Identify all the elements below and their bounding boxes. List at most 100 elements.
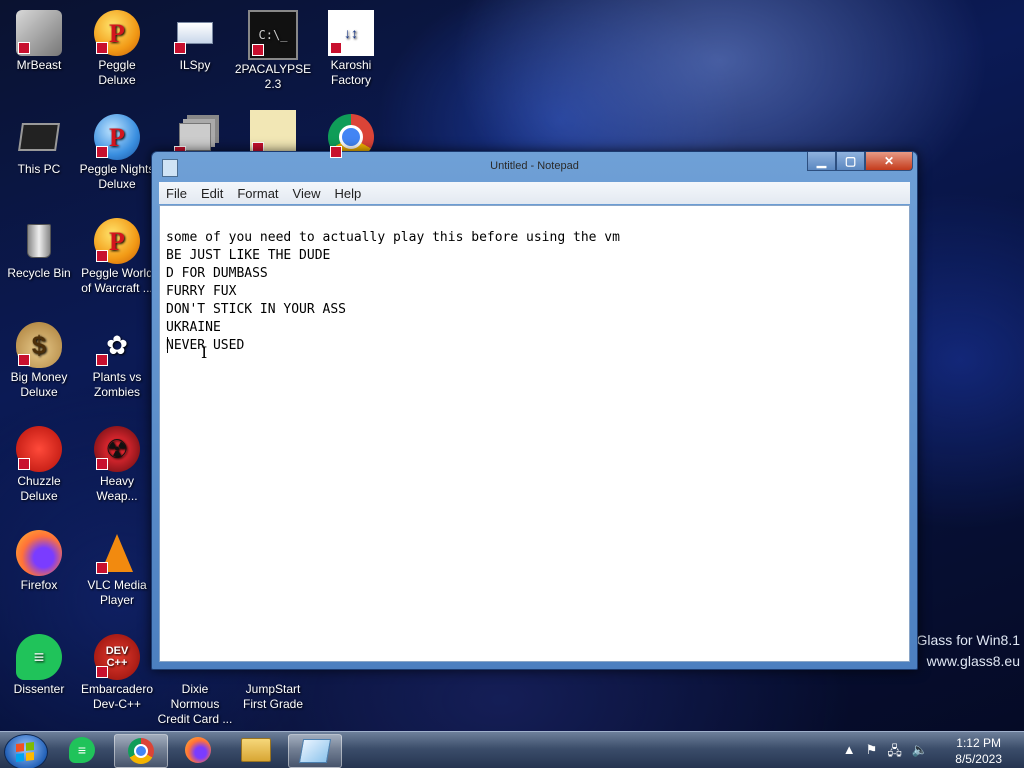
window-controls: ▁ ▢ ✕ xyxy=(807,152,913,171)
chrome-icon xyxy=(128,738,154,764)
desktop-icon-label: 2PACALYPSE 2.3 xyxy=(234,62,312,91)
heavy-weapon-icon: ☢ xyxy=(94,426,140,472)
desktop-icon-label: Dissenter xyxy=(13,682,65,696)
desktop-icon-this-pc[interactable]: This PC xyxy=(0,114,78,177)
desktop-icon-label: ILSpy xyxy=(179,58,211,72)
desktop-icon-peggle-wow[interactable]: P Peggle World of Warcraft ... xyxy=(78,218,156,296)
taskbar-firefox[interactable] xyxy=(172,734,224,766)
desktop-icon-chuzzle[interactable]: Chuzzle Deluxe xyxy=(0,426,78,504)
desktop-icon-karoshi[interactable]: ↓↕ Karoshi Factory xyxy=(312,10,390,88)
desktop-icon-label: Recycle Bin xyxy=(7,266,71,280)
clock-time: 1:12 PM xyxy=(956,736,1001,750)
desktop-icon-vlc[interactable]: VLC Media Player xyxy=(78,530,156,608)
desktop-icon-devcpp[interactable]: DEV C++ Embarcadero Dev-C++ xyxy=(78,634,156,712)
taskbar-clock[interactable]: 1:12 PM 8/5/2023 xyxy=(955,735,1002,767)
money-bag-icon: $ xyxy=(16,322,62,368)
desktop-icon-label: This PC xyxy=(17,162,61,176)
desktop-icon-label: JumpStart First Grade xyxy=(242,682,303,711)
desktop-icon-label: Karoshi Factory xyxy=(330,58,372,87)
chuzzle-icon xyxy=(16,426,62,472)
volume-icon[interactable]: 🔈 xyxy=(912,742,928,764)
computer-icon xyxy=(16,114,62,160)
desktop-icon-label: Peggle World of Warcraft ... xyxy=(81,266,153,295)
start-button[interactable] xyxy=(4,734,48,768)
vlc-icon xyxy=(94,530,140,576)
dissenter-icon: ≡ xyxy=(16,634,62,680)
terminal-icon: C:\_ xyxy=(248,10,298,60)
menu-help[interactable]: Help xyxy=(327,186,368,201)
peggle-icon: P xyxy=(94,10,140,56)
show-hidden-icons-icon[interactable]: ▲ xyxy=(843,742,856,764)
notepad-window[interactable]: Untitled - Notepad ▁ ▢ ✕ File Edit Forma… xyxy=(151,151,918,670)
clock-date: 8/5/2023 xyxy=(955,752,1002,766)
desktop-icon-peggle-nights[interactable]: P Peggle Nights Deluxe xyxy=(78,114,156,192)
action-center-flag-icon[interactable]: ⚑ xyxy=(866,742,878,764)
editor-text[interactable]: some of you need to actually play this b… xyxy=(160,206,909,360)
desktop-icon-label: Chuzzle Deluxe xyxy=(17,474,61,503)
text-line: UKRAINE xyxy=(166,320,221,335)
text-line: D FOR DUMBASS xyxy=(166,266,268,281)
notepad-icon xyxy=(298,739,332,763)
desktop-icon-label: Heavy Weap... xyxy=(96,474,138,503)
menu-file[interactable]: File xyxy=(159,186,194,201)
text-line: some of you need to actually play this b… xyxy=(166,230,620,245)
karoshi-icon: ↓↕ xyxy=(328,10,374,56)
text-line: NEVER USED xyxy=(166,338,245,353)
desktop-icon-label: Peggle Deluxe xyxy=(98,58,136,87)
plants-vs-zombies-icon: ✿ xyxy=(94,322,140,368)
maximize-button[interactable]: ▢ xyxy=(836,152,865,171)
file-explorer-icon xyxy=(241,738,271,762)
menu-edit[interactable]: Edit xyxy=(194,186,230,201)
glass-watermark: Glass for Win8.1 www.glass8.eu xyxy=(917,630,1020,672)
desktop-icon-peggle-deluxe[interactable]: P Peggle Deluxe xyxy=(78,10,156,88)
menu-bar: File Edit Format View Help xyxy=(159,182,910,204)
system-tray: ▲ ⚑ 🖧 🔈 xyxy=(843,742,928,764)
desktop-icon-mrbeast[interactable]: MrBeast xyxy=(0,10,78,73)
desktop-icon-label: Big Money Deluxe xyxy=(10,370,68,399)
window-title: Untitled - Notepad xyxy=(490,160,579,172)
windows-logo-icon xyxy=(16,742,34,762)
ibeam-cursor-icon: I xyxy=(201,343,208,362)
ilspy-icon xyxy=(172,10,218,56)
window-titlebar[interactable]: Untitled - Notepad ▁ ▢ ✕ xyxy=(152,152,917,182)
desktop-icon-label: Plants vs Zombies xyxy=(92,370,142,399)
desktop-icon-label: Peggle Nights Deluxe xyxy=(79,162,155,191)
desktop-icon-dissenter[interactable]: ≡ Dissenter xyxy=(0,634,78,697)
desktop-icon-recycle-bin[interactable]: Recycle Bin xyxy=(0,218,78,281)
devcpp-icon: DEV C++ xyxy=(94,634,140,680)
text-line: DON'T STICK IN YOUR ASS xyxy=(166,302,347,317)
desktop-icon-heavy-weapon[interactable]: ☢ Heavy Weap... xyxy=(78,426,156,504)
desktop-icon-label: Firefox xyxy=(20,578,58,592)
desktop-icon-ilspy[interactable]: ILSpy xyxy=(156,10,234,73)
firefox-icon xyxy=(16,530,62,576)
desktop-icon-label: Embarcadero Dev-C++ xyxy=(80,682,154,711)
text-line: FURRY FUX xyxy=(166,284,237,299)
pixel-cat-icon xyxy=(250,110,296,156)
close-button[interactable]: ✕ xyxy=(865,152,913,171)
desktop-icon-2pacalypse[interactable]: C:\_ 2PACALYPSE 2.3 xyxy=(234,10,312,92)
text-line: BE JUST LIKE THE DUDE xyxy=(166,248,331,263)
text-caret xyxy=(167,337,168,353)
text-editor[interactable]: some of you need to actually play this b… xyxy=(159,205,910,662)
minimize-button[interactable]: ▁ xyxy=(807,152,836,171)
mrbeast-icon xyxy=(16,10,62,56)
taskbar-dissenter[interactable]: ≡ xyxy=(56,734,108,766)
taskbar-notepad[interactable] xyxy=(288,734,342,768)
firefox-icon xyxy=(185,737,211,763)
taskbar-file-explorer[interactable] xyxy=(230,734,282,766)
peggle-nights-icon: P xyxy=(94,114,140,160)
desktop-icon-label: MrBeast xyxy=(16,58,62,72)
desktop-icon-label: Dixie Normous Credit Card ... xyxy=(157,682,233,726)
network-icon[interactable]: 🖧 xyxy=(887,742,902,764)
desktop-icon-pvz[interactable]: ✿ Plants vs Zombies xyxy=(78,322,156,400)
taskbar-chrome[interactable] xyxy=(114,734,168,768)
dissenter-icon: ≡ xyxy=(69,737,95,763)
taskbar: ≡ ▲ ⚑ 🖧 🔈 1:12 PM 8/5/2023 xyxy=(0,731,1024,768)
desktop-icon-big-money[interactable]: $ Big Money Deluxe xyxy=(0,322,78,400)
peggle-wow-icon: P xyxy=(94,218,140,264)
menu-view[interactable]: View xyxy=(286,186,328,201)
desktop-icon-firefox[interactable]: Firefox xyxy=(0,530,78,593)
watermark-line1: Glass for Win8.1 xyxy=(916,632,1020,648)
menu-format[interactable]: Format xyxy=(230,186,285,201)
recycle-bin-icon xyxy=(16,218,62,264)
